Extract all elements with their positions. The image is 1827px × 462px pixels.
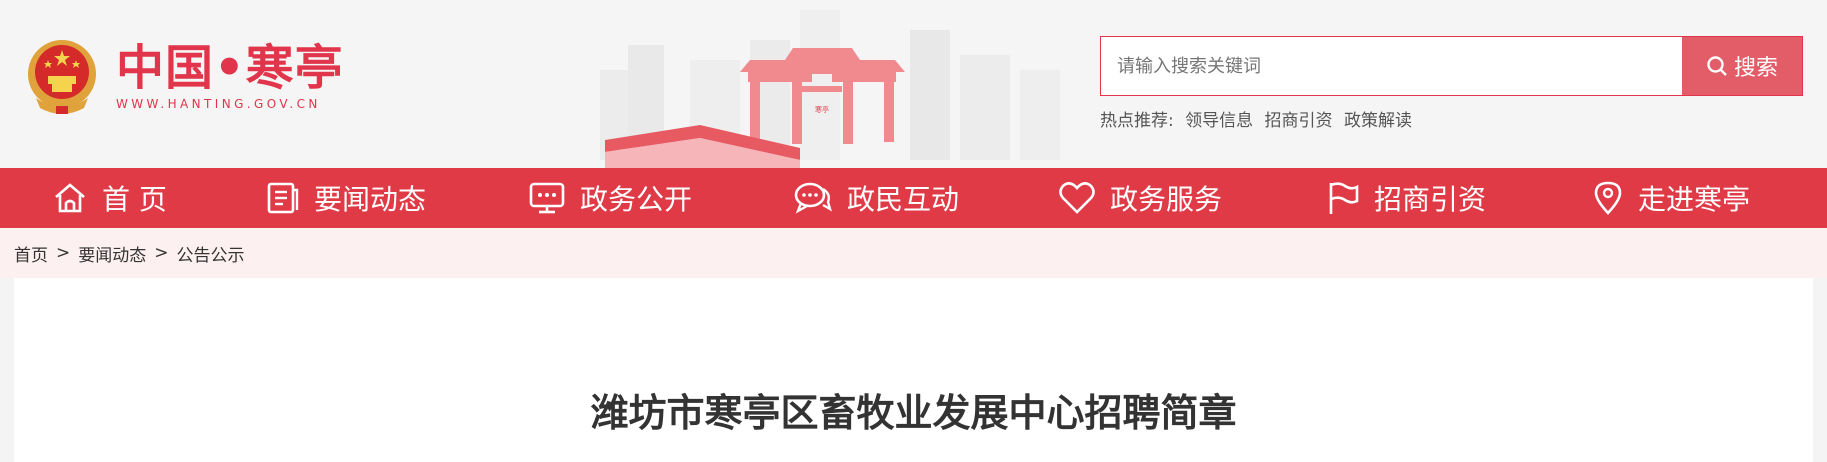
city-skyline-illustration: 寒亭 [600, 10, 1060, 168]
national-emblem-icon [28, 40, 96, 114]
chat-icon [794, 182, 832, 214]
nav-label: 政民互动 [847, 183, 960, 216]
hot-label: 热点推荐: [1100, 111, 1174, 131]
nav-label: 走进寒亭 [1638, 183, 1751, 216]
search-icon [1707, 56, 1727, 76]
logo-url: WWW.HANTING.GOV.CN [116, 97, 321, 111]
nav-label: 首 页 [102, 183, 167, 216]
breadcrumb-home[interactable]: 首页 [14, 241, 48, 266]
main-nav: 首 页 要闻动态 政务公开 政民互动 政务服务 招商引资 走进寒亭 [0, 168, 1827, 228]
nav-item-home[interactable]: 首 页 [52, 168, 167, 228]
nav-label: 政务公开 [580, 183, 693, 216]
hot-link-investment[interactable]: 招商引资 [1265, 111, 1333, 131]
heart-icon [1059, 182, 1095, 214]
nav-item-about-hanting[interactable]: 走进寒亭 [1592, 168, 1750, 228]
search-box: 搜索 [1100, 36, 1803, 96]
nav-label: 政务服务 [1110, 183, 1223, 216]
breadcrumb: 首页 > 要闻动态 > 公告公示 [0, 228, 1827, 278]
search-button[interactable]: 搜索 [1682, 37, 1802, 95]
logo-title: 中国•寒亭 [116, 40, 344, 96]
breadcrumb-separator: > [154, 243, 169, 263]
nav-item-gov-affairs[interactable]: 政务公开 [528, 168, 692, 228]
hot-recommendations: 热点推荐: 领导信息 招商引资 政策解读 [1100, 106, 1418, 131]
flag-icon [1329, 182, 1359, 214]
nav-label: 要闻动态 [314, 183, 427, 216]
search-input[interactable] [1101, 37, 1682, 95]
news-icon [267, 182, 299, 214]
location-pin-icon [1594, 181, 1622, 215]
nav-item-news[interactable]: 要闻动态 [264, 168, 426, 228]
breadcrumb-separator: > [56, 243, 71, 263]
article-container: 潍坊市寒亭区畜牧业发展中心招聘简章 [14, 278, 1813, 462]
breadcrumb-news[interactable]: 要闻动态 [78, 241, 146, 266]
hot-link-policy[interactable]: 政策解读 [1344, 111, 1412, 131]
nav-label: 招商引资 [1374, 183, 1487, 216]
nav-item-services[interactable]: 政务服务 [1058, 168, 1222, 228]
header: 寒亭 中国•寒亭 WWW.HANTING.GOV.CN 搜索 [0, 0, 1827, 168]
gate-sign-text: 寒亭 [815, 105, 829, 114]
hot-link-leaders[interactable]: 领导信息 [1185, 111, 1253, 131]
nav-item-interaction[interactable]: 政民互动 [793, 168, 959, 228]
home-icon [55, 183, 85, 213]
search-button-label: 搜索 [1733, 56, 1778, 81]
site-logo[interactable]: 中国•寒亭 WWW.HANTING.GOV.CN [24, 36, 344, 116]
article-title: 潍坊市寒亭区畜牧业发展中心招聘简章 [590, 391, 1237, 435]
monitor-icon [529, 182, 565, 214]
nav-item-investment[interactable]: 招商引资 [1326, 168, 1486, 228]
breadcrumb-announcements[interactable]: 公告公示 [177, 241, 245, 266]
